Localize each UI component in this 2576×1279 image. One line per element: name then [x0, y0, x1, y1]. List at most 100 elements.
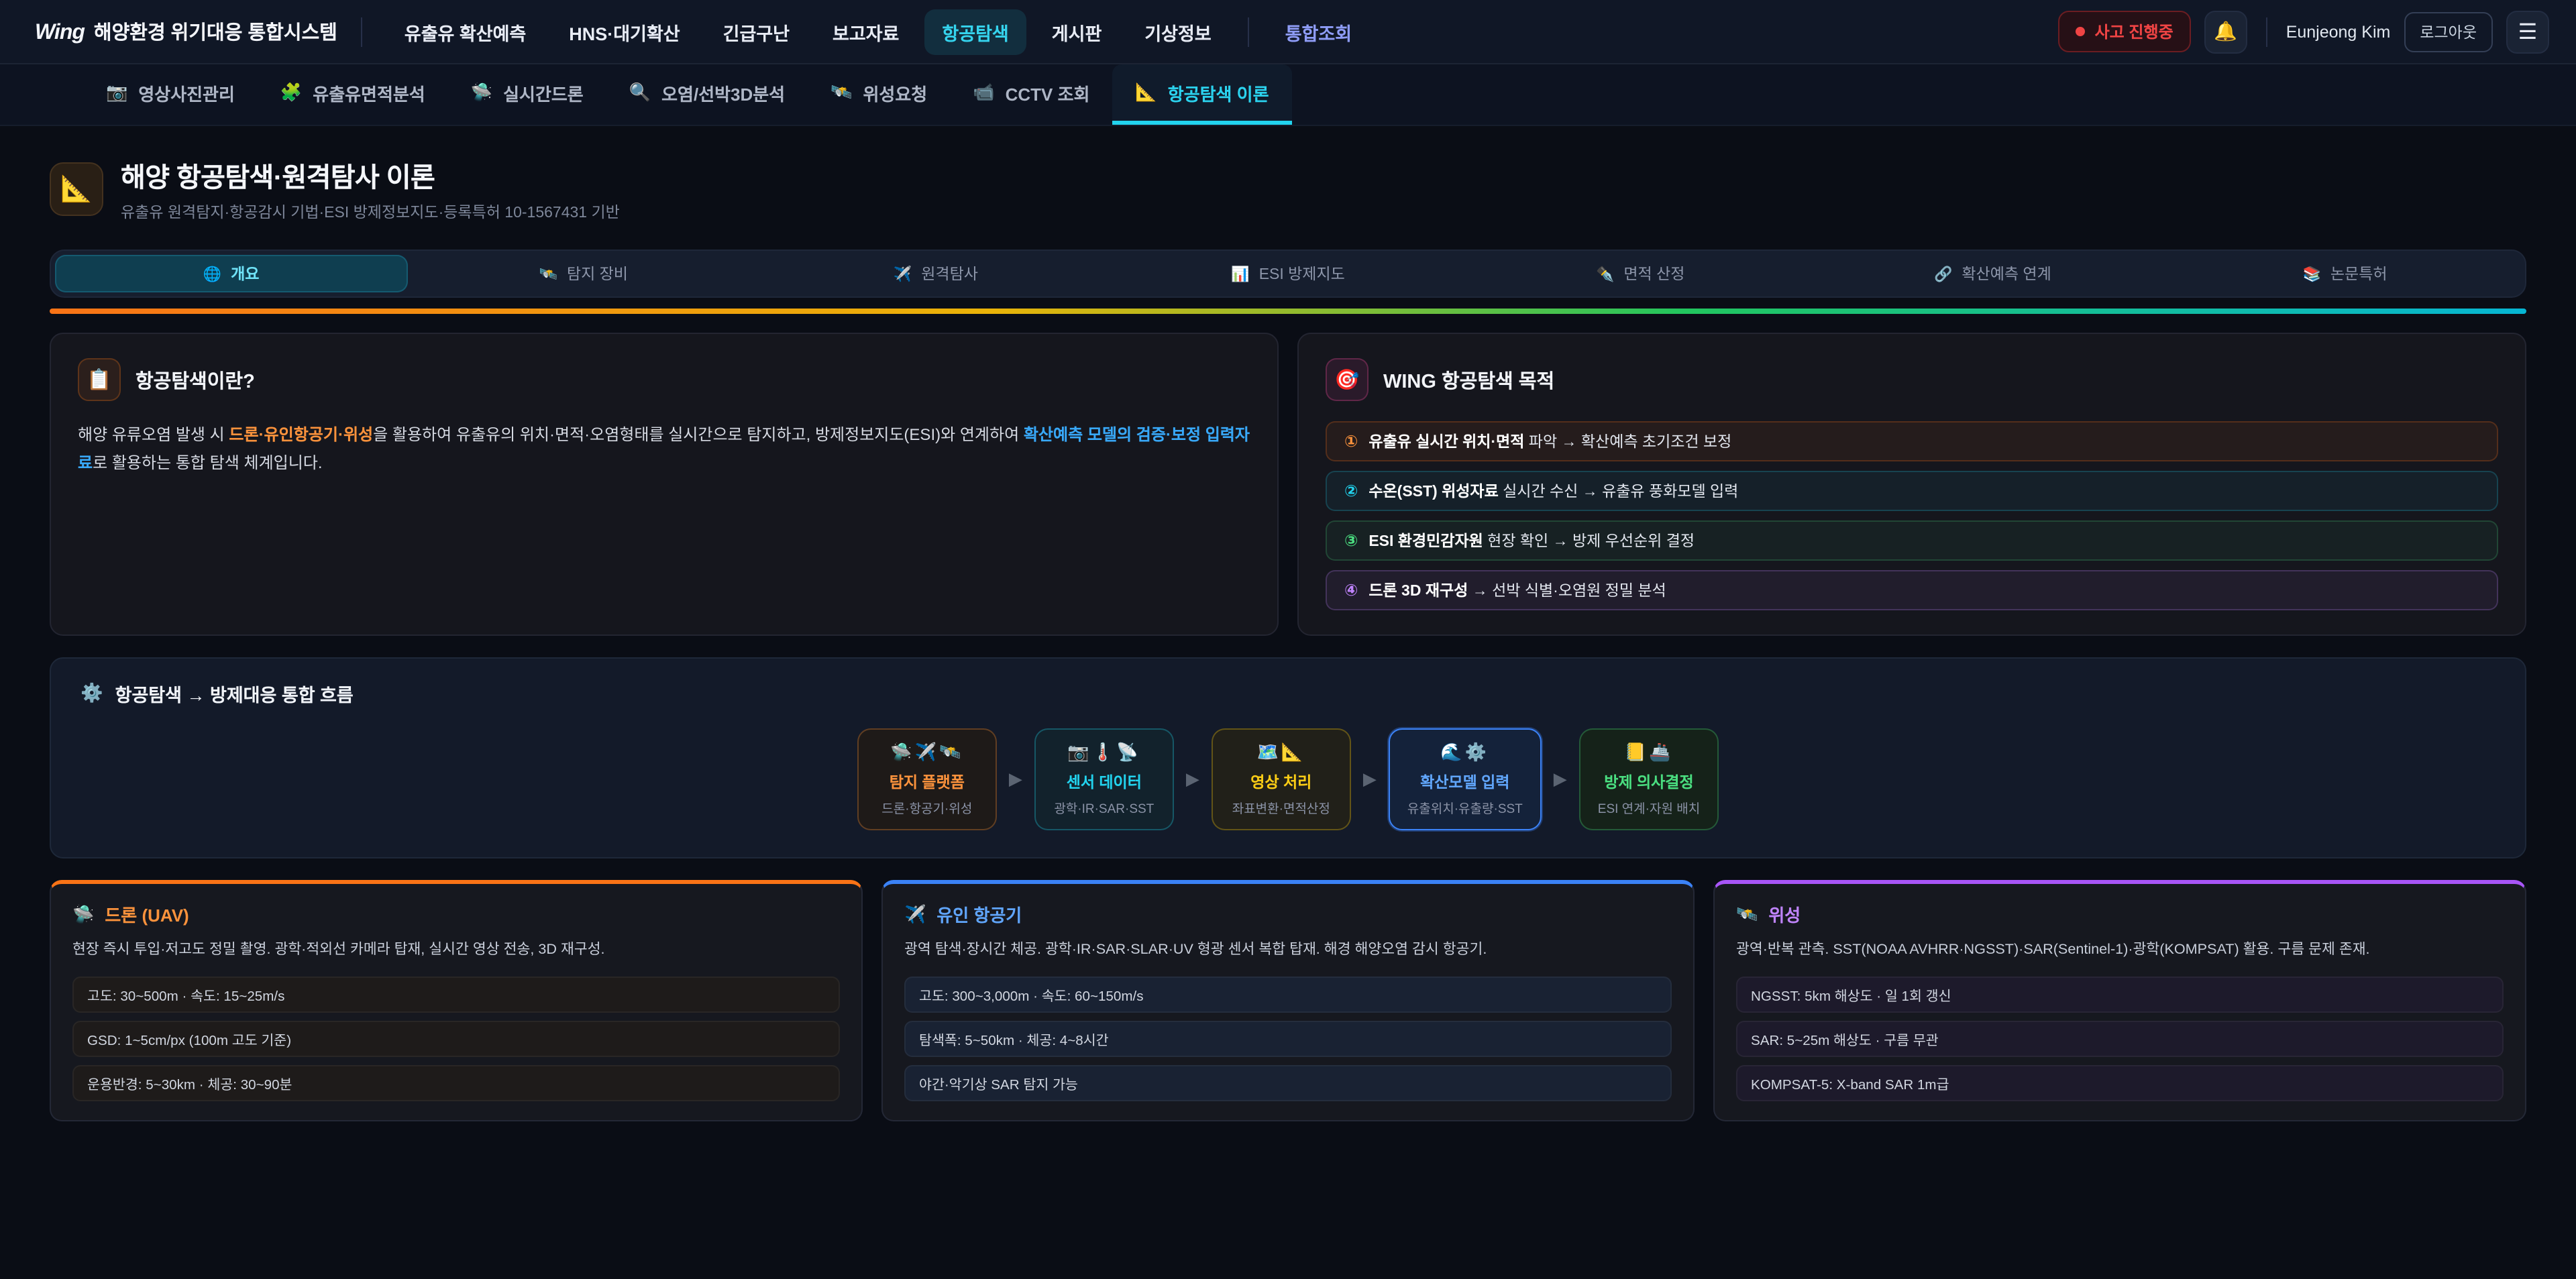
nav-item-hns-diffusion[interactable]: HNS·대기확산 — [551, 9, 697, 54]
tab-esi-map[interactable]: 📊 ESI 방제지도 — [1112, 255, 1464, 292]
tab-remote-sensing[interactable]: ✈️ 원격탐사 — [759, 255, 1112, 292]
nav-item-emergency-rescue[interactable]: 긴급구난 — [706, 9, 807, 54]
flow-step-platforms: 🛸✈️🛰️ 탐지 플랫폼 드론·항공기·위성 — [857, 728, 997, 830]
satellite-icon: 🛰️ — [539, 265, 557, 282]
overview-card-head: 📋 항공탐색이란? — [78, 358, 1250, 401]
subnav-item-satellite-request[interactable]: 🛰️ 위성요청 — [808, 64, 950, 125]
target-icon-box: 🎯 — [1326, 358, 1368, 401]
incident-status-badge[interactable]: 사고 진행중 — [2059, 11, 2191, 52]
spec-row: NGSST: 5km 해상도 · 일 1회 갱신 — [1736, 976, 2504, 1012]
nav-divider — [1248, 17, 1249, 46]
flow-header: ⚙️ 항공탐색 → 방제대응 통합 흐름 — [80, 680, 2496, 707]
hamburger-icon: ☰ — [2518, 18, 2538, 45]
pen-icon: ✒️ — [1596, 265, 1614, 282]
notifications-button[interactable]: 🔔 — [2204, 10, 2247, 53]
tab-prediction-linkage[interactable]: 🔗 확산예측 연계 — [1817, 255, 2169, 292]
app-logo[interactable]: Wing 해양환경 위기대응 통합시스템 — [35, 17, 337, 46]
page-title-icon-box: 📐 — [50, 162, 103, 216]
tab-detection-equipment[interactable]: 🛰️ 탐지 장비 — [407, 255, 759, 292]
airplane-icon: ✈️ — [904, 903, 926, 925]
camera-icon: 📷 — [106, 82, 127, 103]
spec-row: 탐색폭: 5~50km · 체공: 4~8시간 — [904, 1020, 1672, 1056]
subnav-label: 영상사진관리 — [138, 80, 235, 105]
menu-button[interactable]: ☰ — [2506, 10, 2549, 53]
subnav-label: 유출유면적분석 — [313, 80, 425, 105]
logo-wing-icon: Wing — [35, 21, 85, 46]
tab-overview[interactable]: 🌐 개요 — [55, 255, 407, 292]
video-camera-icon: 📹 — [973, 82, 994, 103]
spec-row: GSD: 1~5cm/px (100m 고도 기준) — [72, 1020, 840, 1056]
logout-button[interactable]: 로그아웃 — [2404, 11, 2493, 52]
overview-highlight-platforms: 드론·유인항공기·위성 — [229, 425, 373, 444]
circled-number-icon: ④ — [1344, 581, 1358, 600]
subnav-item-aerial-search-theory[interactable]: 📐 항공탐색 이론 — [1112, 64, 1291, 125]
satellite-icon: 🛰️ — [830, 82, 852, 103]
tab-label: ESI 방제지도 — [1259, 263, 1345, 284]
nav-item-reports[interactable]: 보고자료 — [815, 9, 916, 54]
overview-card: 📋 항공탐색이란? 해양 유류오염 발생 시 드론·유인항공기·위성을 활용하여… — [50, 333, 1279, 636]
triangle-ruler-icon: 📐 — [1135, 82, 1157, 103]
platform-icons: 🛸✈️🛰️ — [876, 742, 978, 763]
tab-label: 논문특허 — [2330, 263, 2387, 284]
flow-step-sensor-data: 📷🌡️📡 센서 데이터 광학·IR·SAR·SST — [1034, 728, 1174, 830]
magnifier-icon: 🔍 — [629, 82, 651, 103]
overview-title: 항공탐색이란? — [136, 366, 255, 394]
platform-cards-row: 🛸 드론 (UAV) 현장 즉시 투입·저고도 정밀 촬영. 광학·적외선 카메… — [50, 880, 2526, 1121]
flow-step-model-input: 🌊⚙️ 확산모델 입력 유출위치·유출량·SST — [1389, 728, 1542, 830]
drone-ufo-icon: 🛸 — [471, 82, 492, 103]
goal-list: ① 유출유 실시간 위치·면적 파악 → 확산예측 초기조건 보정 ② 수온(S… — [1326, 421, 2498, 610]
subnav-item-spill-area-analysis[interactable]: 🧩 유출유면적분석 — [258, 64, 448, 125]
header-right: 사고 진행중 🔔 Eunjeong Kim 로그아웃 ☰ — [2059, 10, 2549, 53]
goal-item-2: ② 수온(SST) 위성자료 실시간 수신 → 유출유 풍화모델 입력 — [1326, 471, 2498, 511]
tab-label: 원격탐사 — [921, 263, 978, 284]
tab-area-calculation[interactable]: ✒️ 면적 산정 — [1464, 255, 1817, 292]
flow-row: 🛸✈️🛰️ 탐지 플랫폼 드론·항공기·위성 ▶ 📷🌡️📡 센서 데이터 광학·… — [80, 728, 2496, 830]
drone-spec-list: 고도: 30~500m · 속도: 15~25m/s GSD: 1~5cm/px… — [72, 976, 840, 1101]
app-root: Wing 해양환경 위기대응 통합시스템 유출유 확산예측 HNS·대기확산 긴… — [0, 0, 2576, 1279]
wave-gear-icons: 🌊⚙️ — [1407, 742, 1523, 763]
chart-icon: 📊 — [1231, 265, 1249, 282]
page-head: 📐 해양 항공탐색·원격탐사 이론 유출유 원격탐지·항공감시 기법·ESI 방… — [50, 156, 2526, 223]
tab-label: 개요 — [231, 263, 259, 284]
clipboard-icon-box: 📋 — [78, 358, 121, 401]
bell-icon: 🔔 — [2214, 20, 2237, 43]
top-header: Wing 해양환경 위기대응 통합시스템 유출유 확산예측 HNS·대기확산 긴… — [0, 0, 2576, 64]
overview-text: 해양 유류오염 발생 시 — [78, 425, 229, 444]
goals-card-head: 🎯 WING 항공탐색 목적 — [1326, 358, 2498, 401]
subnav-item-realtime-drone[interactable]: 🛸 실시간드론 — [448, 64, 606, 125]
user-name: Eunjeong Kim — [2286, 22, 2391, 41]
clipboard-icon: 📋 — [87, 368, 111, 392]
spec-row: SAR: 5~25m 해상도 · 구름 무관 — [1736, 1020, 2504, 1056]
nav-item-board[interactable]: 게시판 — [1034, 9, 1120, 54]
alert-dot-icon — [2076, 27, 2086, 36]
circled-number-icon: ② — [1344, 482, 1358, 500]
nav-item-weather-info[interactable]: 기상정보 — [1127, 9, 1228, 54]
triangle-ruler-icon: 📐 — [60, 173, 92, 205]
tab-label: 면적 산정 — [1623, 263, 1684, 284]
subnav-label: CCTV 조회 — [1006, 80, 1090, 105]
gear-icon: ⚙️ — [80, 683, 103, 704]
subnav-label: 오염/선박3D분석 — [661, 80, 785, 105]
tab-label: 확산예측 연계 — [1962, 263, 2051, 284]
tab-papers-patents[interactable]: 📚 논문특허 — [2169, 255, 2521, 292]
subnav-item-image-photo-management[interactable]: 📷 영상사진관리 — [83, 64, 258, 125]
nav-item-aerial-search[interactable]: 항공탐색 — [924, 9, 1026, 54]
subnav-item-cctv-view[interactable]: 📹 CCTV 조회 — [950, 64, 1112, 125]
subnav-label: 실시간드론 — [503, 80, 584, 105]
nav-item-integrated-search[interactable]: 통합조회 — [1268, 9, 1369, 54]
spec-row: 운용반경: 5~30km · 체공: 30~90분 — [72, 1064, 840, 1101]
goal-item-1: ① 유출유 실시간 위치·면적 파악 → 확산예측 초기조건 보정 — [1326, 421, 2498, 461]
circled-number-icon: ③ — [1344, 531, 1358, 550]
ledger-ship-icons: 📒🚢 — [1598, 742, 1700, 763]
link-icon: 🔗 — [1934, 265, 1952, 282]
aircraft-description: 광역 탐색·장시간 체공. 광학·IR·SAR·SLAR·UV 형광 센서 복합… — [904, 939, 1672, 961]
aircraft-card-title: ✈️ 유인 항공기 — [904, 901, 1672, 927]
platform-card-manned-aircraft: ✈️ 유인 항공기 광역 탐색·장시간 체공. 광학·IR·SAR·SLAR·U… — [881, 880, 1695, 1121]
nav-item-spill-prediction[interactable]: 유출유 확산예측 — [387, 9, 543, 54]
app-title: 해양환경 위기대응 통합시스템 — [94, 17, 337, 46]
overview-paragraph: 해양 유류오염 발생 시 드론·유인항공기·위성을 활용하여 유출유의 위치·면… — [78, 421, 1250, 478]
main-content: 📐 해양 항공탐색·원격탐사 이론 유출유 원격탐지·항공감시 기법·ESI 방… — [0, 126, 2576, 1121]
subnav-item-pollution-ship-3d[interactable]: 🔍 오염/선박3D분석 — [606, 64, 808, 125]
arrow-right-icon: ▶ — [1554, 769, 1567, 790]
sub-nav: 📷 영상사진관리 🧩 유출유면적분석 🛸 실시간드론 🔍 오염/선박3D분석 🛰… — [0, 64, 2576, 126]
